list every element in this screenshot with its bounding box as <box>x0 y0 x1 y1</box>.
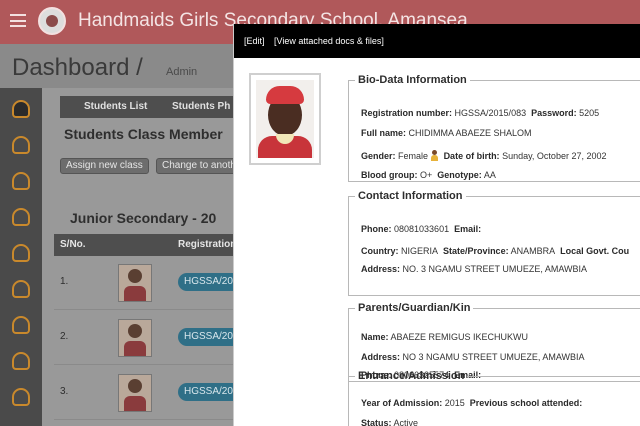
user-icon[interactable] <box>12 100 30 118</box>
student-photo <box>118 264 152 302</box>
edit-link[interactable]: [Edit] <box>244 36 265 46</box>
users-icon[interactable] <box>12 244 30 262</box>
page-subtitle: Admin <box>166 66 198 78</box>
menu-icon[interactable] <box>10 14 26 27</box>
tab-students-photos[interactable]: Students Ph <box>172 101 230 112</box>
blood-line: Blood group: O+ Genotype: AA <box>361 170 496 180</box>
biodata-section: Bio-Data Information Registration number… <box>348 74 640 182</box>
section-title: Students Class Member <box>64 126 223 142</box>
row-number: 3. <box>60 386 69 397</box>
registration-line: Registration number: HGSSA/2015/083 Pass… <box>361 108 600 118</box>
table-header: S/No. Registration <box>54 234 244 256</box>
table-row[interactable]: 1. HGSSA/201 <box>54 256 248 310</box>
documents-icon[interactable] <box>12 280 30 298</box>
fullname-line: Full name: CHIDIMMA ABAEZE SHALOM <box>361 128 532 138</box>
tab-bar: Students List Students Ph <box>60 96 240 118</box>
student-photo <box>256 80 314 158</box>
school-logo <box>38 7 66 35</box>
student-photo <box>118 374 152 412</box>
tab-students-list[interactable]: Students List <box>84 101 147 112</box>
section-title: Contact Information <box>358 190 463 202</box>
table-row[interactable]: 3. HGSSA/201 <box>54 366 248 420</box>
graduation-icon[interactable] <box>12 388 30 406</box>
location-line: Country: NIGERIA State/Province: ANAMBRA… <box>361 246 630 256</box>
page-title: Dashboard / <box>12 54 143 81</box>
assign-class-button[interactable]: Assign new class <box>60 158 149 174</box>
sidebar <box>0 88 42 426</box>
address-line: Address: NO. 3 NGAMU STREET UMUEZE, AMAW… <box>361 264 588 274</box>
view-docs-link[interactable]: [View attached docs & files] <box>274 36 384 46</box>
column-header: S/No. <box>60 239 86 250</box>
table-row[interactable]: 2. HGSSA/201 <box>54 311 248 365</box>
gender-line: Gender: Female Date of birth: Sunday, Oc… <box>361 150 607 161</box>
section-title: Parents/Guardian/Kin <box>358 302 471 314</box>
admission-section: Entrance/Admission Year of Admission: 20… <box>348 370 640 426</box>
users-icon[interactable] <box>12 136 30 154</box>
parent-name-line: Name: ABAEZE REMIGUS IKECHUKWU <box>361 332 529 342</box>
users-icon[interactable] <box>12 172 30 190</box>
student-photo <box>118 319 152 357</box>
class-title: Junior Secondary - 20 <box>70 210 217 226</box>
list-icon[interactable] <box>12 352 30 370</box>
female-icon <box>430 150 439 161</box>
admission-year-line: Year of Admission: 2015 Previous school … <box>361 398 583 408</box>
users-icon[interactable] <box>12 208 30 226</box>
parent-address-line: Address: NO 3 NGAMU STREET UMUEZE, AMAWB… <box>361 352 585 362</box>
column-header: Registration <box>178 239 237 250</box>
modal-toolbar: [Edit] [View attached docs & files] <box>234 24 640 58</box>
section-title: Entrance/Admission <box>358 370 465 382</box>
status-line: Status: Active <box>361 418 419 426</box>
phone-line: Phone: 08081033601 Email: <box>361 224 482 234</box>
student-photo-frame <box>249 73 321 165</box>
row-number: 2. <box>60 331 69 342</box>
student-detail-modal: [Edit] [View attached docs & files] Bio-… <box>233 24 640 426</box>
section-title: Bio-Data Information <box>358 74 467 86</box>
contact-section: Contact Information Phone: 08081033601 E… <box>348 190 640 296</box>
row-number: 1. <box>60 276 69 287</box>
edit-icon[interactable] <box>12 316 30 334</box>
